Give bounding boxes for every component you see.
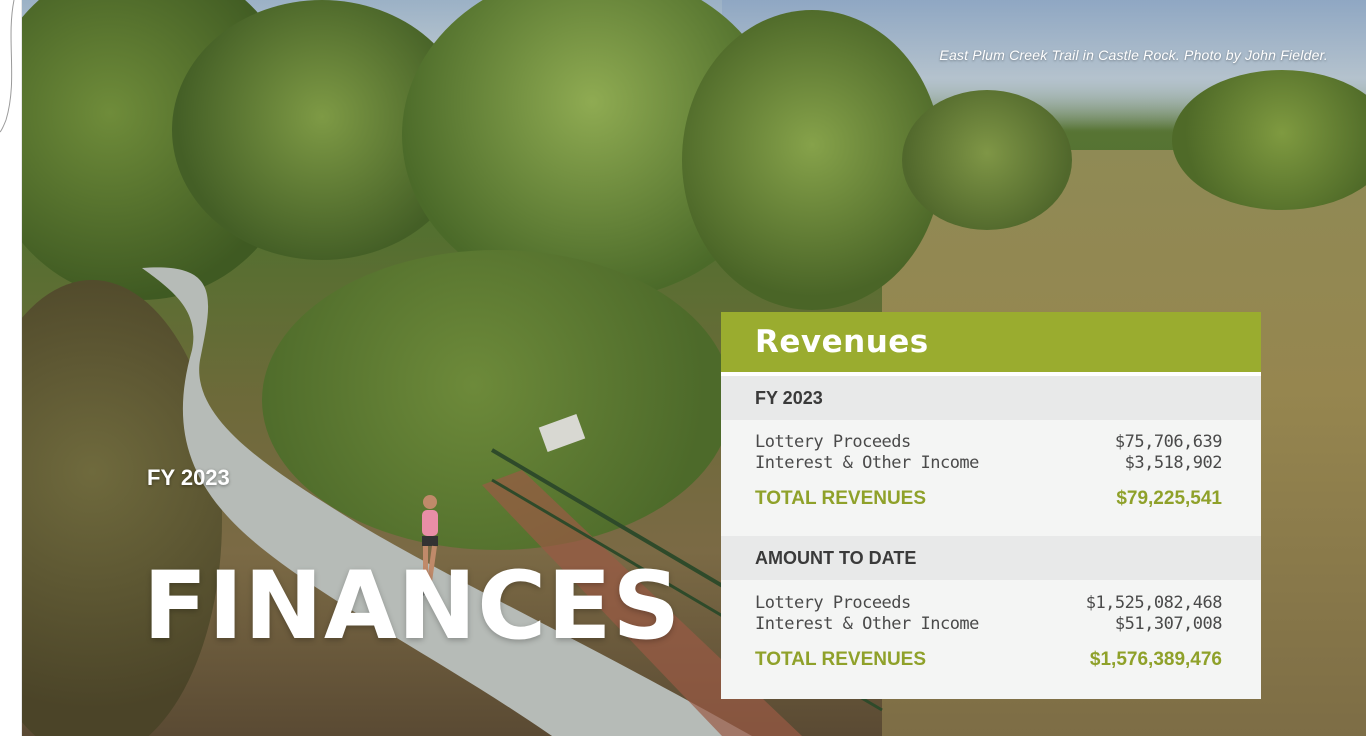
row-label: Lottery Proceeds — [755, 593, 911, 613]
fy-section-body: Lottery Proceeds $75,706,639 Interest & … — [721, 420, 1261, 536]
page-edge — [0, 0, 22, 736]
fy-section-header: FY 2023 — [721, 376, 1261, 420]
to-date-section-body: Lottery Proceeds $1,525,082,468 Interest… — [721, 580, 1261, 699]
fy-row-interest: Interest & Other Income $3,518,902 — [721, 453, 1261, 474]
fy-row-lottery: Lottery Proceeds $75,706,639 — [721, 432, 1261, 453]
total-label: TOTAL REVENUES — [755, 488, 927, 509]
revenues-panel: Revenues FY 2023 Lottery Proceeds $75,70… — [721, 312, 1261, 699]
to-date-total-row: TOTAL REVENUES $1,576,389,476 — [721, 649, 1261, 679]
page-title: FINANCES — [143, 552, 682, 661]
row-value: $3,518,902 — [1124, 453, 1223, 473]
row-label: Interest & Other Income — [755, 453, 979, 473]
to-date-row-lottery: Lottery Proceeds $1,525,082,468 — [721, 593, 1261, 614]
total-label: TOTAL REVENUES — [755, 649, 927, 670]
to-date-row-interest: Interest & Other Income $51,307,008 — [721, 614, 1261, 635]
revenues-header: Revenues — [721, 312, 1261, 372]
total-value: $1,576,389,476 — [1089, 649, 1222, 670]
fy-section-heading: FY 2023 — [755, 388, 823, 408]
fiscal-year-label: FY 2023 — [147, 465, 230, 490]
photo-caption: East Plum Creek Trail in Castle Rock. Ph… — [939, 47, 1328, 63]
to-date-section-heading: AMOUNT TO DATE — [755, 548, 917, 568]
row-value: $51,307,008 — [1114, 614, 1223, 634]
fy-total-row: TOTAL REVENUES $79,225,541 — [721, 488, 1261, 518]
total-value: $79,225,541 — [1116, 488, 1222, 509]
row-value: $75,706,639 — [1114, 432, 1223, 452]
row-label: Lottery Proceeds — [755, 432, 911, 452]
to-date-section-header: AMOUNT TO DATE — [721, 536, 1261, 580]
revenues-title: Revenues — [755, 324, 929, 360]
row-value: $1,525,082,468 — [1085, 593, 1223, 613]
row-label: Interest & Other Income — [755, 614, 979, 634]
